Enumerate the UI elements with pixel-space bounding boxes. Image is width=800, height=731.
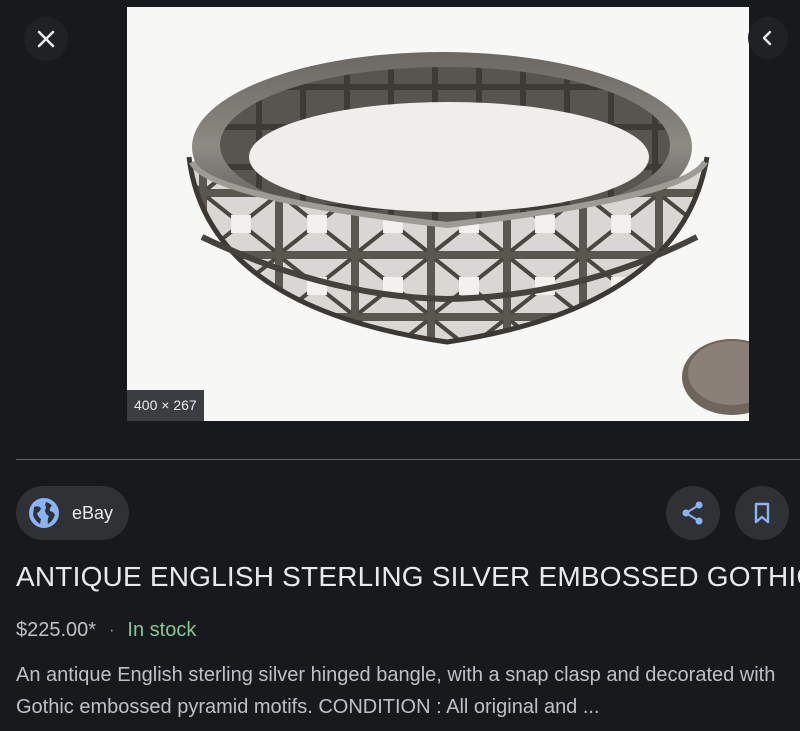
share-button[interactable] xyxy=(666,486,720,540)
result-image[interactable] xyxy=(127,7,749,421)
description-line-2: Gothic embossed pyramid motifs. CONDITIO… xyxy=(16,696,600,718)
price-row: $225.00* · In stock xyxy=(16,619,196,642)
price: $225.00* xyxy=(16,619,97,641)
close-button[interactable] xyxy=(24,17,68,61)
save-button[interactable] xyxy=(735,486,789,540)
availability-status: In stock xyxy=(127,619,197,641)
image-dimensions-badge: 400 × 267 xyxy=(127,390,204,421)
previous-button[interactable] xyxy=(748,17,788,59)
source-chip[interactable]: eBay xyxy=(16,486,130,540)
bookmark-icon xyxy=(754,502,770,524)
close-icon xyxy=(37,30,55,48)
divider xyxy=(16,459,800,460)
source-name: eBay xyxy=(72,502,114,523)
result-description: An antique English sterling silver hinge… xyxy=(16,659,800,723)
globe-icon xyxy=(29,498,59,528)
bangle-photo xyxy=(186,52,749,415)
separator: · xyxy=(109,621,115,639)
chevron-left-icon xyxy=(762,30,772,46)
result-title[interactable]: ANTIQUE ENGLISH STERLING SILVER EMBOSSED… xyxy=(16,561,800,593)
description-line-1: An antique English sterling silver hinge… xyxy=(16,664,776,686)
share-icon xyxy=(682,501,703,525)
